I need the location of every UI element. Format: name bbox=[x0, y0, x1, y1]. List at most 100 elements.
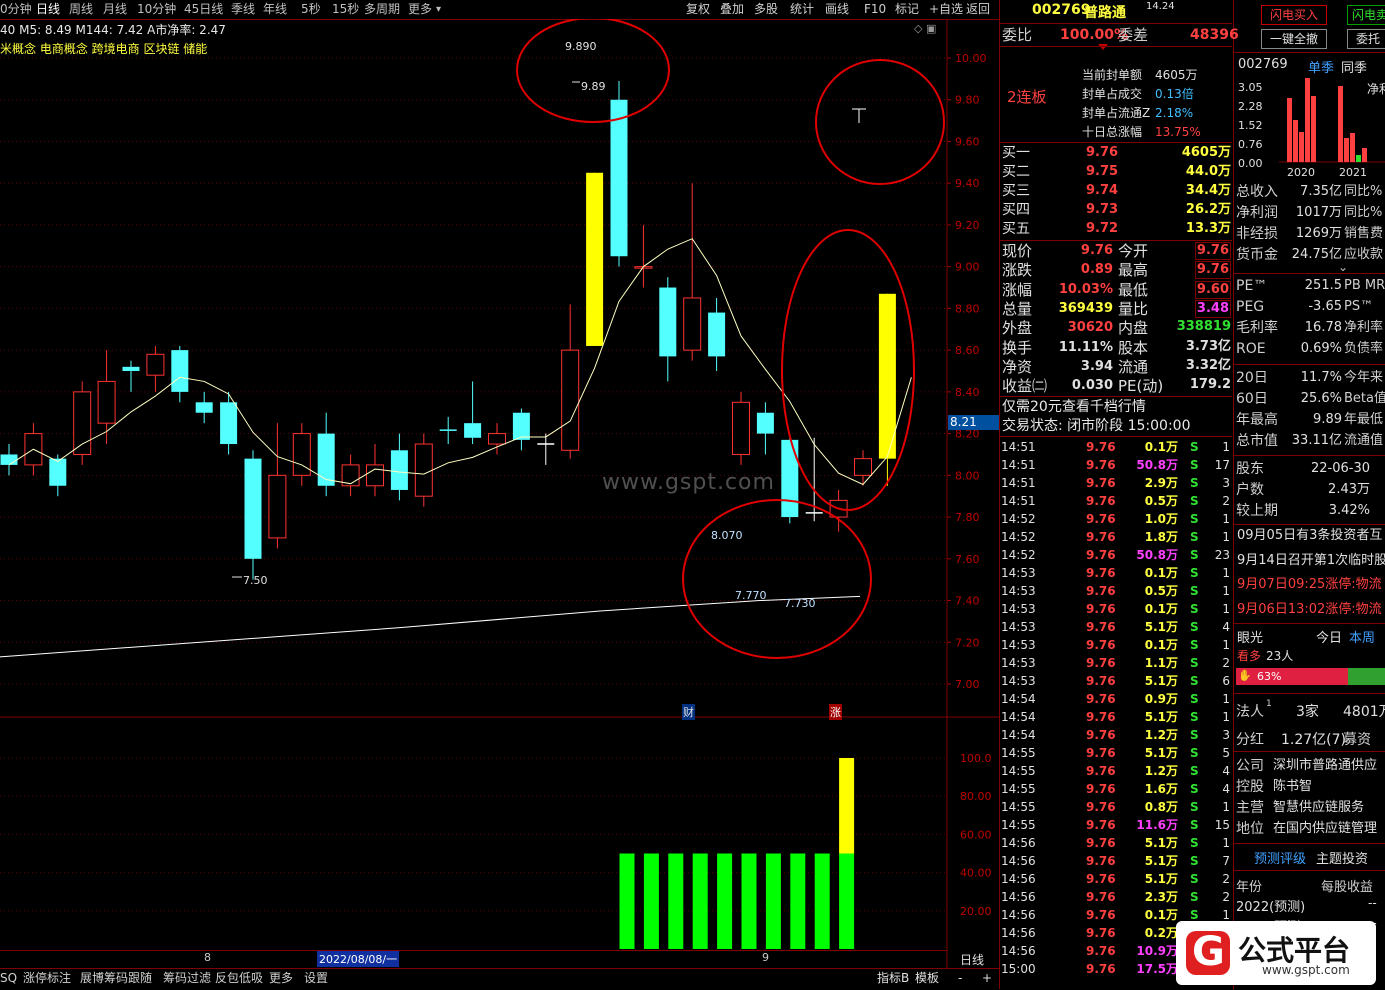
tick-volume: 0.8万 bbox=[1144, 800, 1178, 814]
candle-body bbox=[171, 350, 189, 392]
bottom-tab-2[interactable]: 展博筹码跟随 bbox=[80, 969, 152, 988]
period-tab-2[interactable]: 周线 bbox=[69, 0, 93, 19]
price-axis-label: 9.80 bbox=[955, 94, 980, 107]
tick-volume: 11.6万 bbox=[1136, 818, 1178, 832]
perf-row-right: Beta值 bbox=[1344, 391, 1385, 406]
forecast-tab[interactable]: 预测评级 bbox=[1254, 848, 1306, 867]
tick-side: S bbox=[1190, 674, 1199, 688]
bid-vol-2[interactable]: 34.4万 bbox=[1186, 182, 1231, 200]
profit-bar bbox=[1350, 133, 1355, 162]
news-item[interactable]: 09月05日有3条投资者互 bbox=[1237, 527, 1382, 545]
expand-chevron-icon[interactable]: ⌄ bbox=[1338, 260, 1348, 274]
period-tab-4[interactable]: 10分钟 bbox=[137, 0, 176, 19]
tick-side: S bbox=[1190, 638, 1199, 652]
candle-body bbox=[878, 293, 896, 459]
bottom-tool-1[interactable]: 模板 bbox=[915, 969, 939, 988]
period-tab-9[interactable]: 15秒 bbox=[332, 0, 359, 19]
toolbar-action-7[interactable]: +自选 bbox=[929, 0, 963, 19]
stat-left-val-3: 369439 bbox=[1058, 300, 1113, 316]
stat-right-val-7: 179.2 bbox=[1189, 377, 1231, 393]
theme-tab[interactable]: 主题投资 bbox=[1316, 848, 1368, 867]
profit-bar bbox=[1338, 86, 1343, 162]
news-item[interactable]: 9月07日09:25涨停:物流 bbox=[1237, 576, 1382, 594]
cancel-all-button[interactable]: 一键全撤 bbox=[1261, 29, 1327, 49]
tick-price: 9.76 bbox=[1086, 530, 1116, 544]
bottom-tool-3[interactable]: + bbox=[982, 969, 992, 988]
bid-vol-4[interactable]: 13.3万 bbox=[1186, 220, 1231, 238]
tab-net-profit[interactable]: 净利 bbox=[1367, 80, 1385, 97]
bid-vol-3[interactable]: 26.2万 bbox=[1186, 201, 1231, 219]
news-item[interactable]: 9月06日13:02涨停:物流 bbox=[1237, 601, 1382, 619]
bottom-tab-1[interactable]: 涨停标注 bbox=[23, 969, 71, 988]
bid-vol-1[interactable]: 44.0万 bbox=[1186, 163, 1231, 181]
tab-single-quarter[interactable]: 单季 bbox=[1308, 57, 1334, 76]
toolbar-action-4[interactable]: 画线 bbox=[825, 0, 849, 19]
flash-sell-button[interactable]: 闪电卖 bbox=[1347, 5, 1385, 25]
org-key: 法人 bbox=[1236, 704, 1264, 720]
period-tab-7[interactable]: 年线 bbox=[263, 0, 287, 19]
tick-side: S bbox=[1190, 602, 1199, 616]
toolbar-action-5[interactable]: F10 bbox=[864, 0, 886, 19]
price-axis-label: 8.40 bbox=[955, 386, 980, 399]
toolbar-action-3[interactable]: 统计 bbox=[790, 0, 814, 19]
toolbar-action-6[interactable]: 标记 bbox=[895, 0, 919, 19]
bottom-tool-0[interactable]: 指标B bbox=[877, 969, 909, 988]
perf-row-right: 流通值 bbox=[1344, 433, 1384, 448]
bid-price-0: 9.76 bbox=[1086, 145, 1119, 160]
bid-vol-0[interactable]: 4605万 bbox=[1182, 144, 1231, 162]
tick-time: 14:53 bbox=[1001, 584, 1036, 598]
wei-divider bbox=[1000, 46, 1232, 47]
tick-time: 14:52 bbox=[1001, 530, 1036, 544]
toolbar-action-1[interactable]: 叠加 bbox=[720, 0, 744, 19]
fin-row-key: 净利润 bbox=[1236, 205, 1278, 221]
toolbar-action-8[interactable]: 返回 bbox=[966, 0, 990, 19]
tick-count: 17 bbox=[1214, 458, 1230, 472]
val-row-right: PS™ bbox=[1344, 299, 1374, 314]
tick-side: S bbox=[1190, 818, 1199, 832]
tick-volume: 1.8万 bbox=[1144, 530, 1178, 544]
bottom-tab-4[interactable]: 反包低吸 bbox=[215, 969, 263, 988]
toolbar-action-2[interactable]: 多股 bbox=[754, 0, 778, 19]
period-tab-0[interactable]: 0分钟 bbox=[0, 0, 32, 19]
candle-body bbox=[488, 433, 506, 445]
sentiment-bar-rest bbox=[1348, 668, 1385, 685]
news-item[interactable]: 9月14日召开第1次临时股 bbox=[1237, 552, 1385, 570]
tab-same-quarter[interactable]: 同季 bbox=[1341, 57, 1367, 76]
bottom-tab-6[interactable]: 设置 bbox=[304, 969, 328, 988]
period-tab-1[interactable]: 日线 bbox=[36, 0, 60, 19]
perf-row-key: 总市值 bbox=[1236, 433, 1278, 449]
period-tab-3[interactable]: 月线 bbox=[103, 0, 127, 19]
candlestick-chart[interactable]: 10.00 9.80 9.60 9.40 9.20 9.00 8.80 8.60 8.40 8.2… bbox=[0, 19, 1000, 969]
price-axis-label: 7.20 bbox=[955, 636, 980, 649]
stat-left-key-0: 现价 bbox=[1002, 242, 1033, 260]
flash-buy-button[interactable]: 闪电买入 bbox=[1261, 5, 1327, 25]
tick-volume: 5.1万 bbox=[1144, 872, 1178, 886]
period-tab-5[interactable]: 45日线 bbox=[184, 0, 223, 19]
period-tab-10[interactable]: 多周期 bbox=[364, 0, 400, 19]
period-tab-6[interactable]: 季线 bbox=[231, 0, 255, 19]
fin-divider bbox=[1233, 273, 1385, 274]
tick-time: 14:53 bbox=[1001, 638, 1036, 652]
bottom-tab-0[interactable]: SQ bbox=[0, 969, 17, 988]
tick-count: 23 bbox=[1214, 548, 1230, 562]
finance-marker[interactable]: 财 bbox=[682, 704, 695, 720]
tick-volume: 0.5万 bbox=[1144, 494, 1178, 508]
limit-up-marker[interactable]: 涨 bbox=[829, 704, 842, 720]
eye-week-tab[interactable]: 本周 bbox=[1349, 627, 1375, 646]
bottom-tab-3[interactable]: 筹码过滤 bbox=[163, 969, 211, 988]
period-tab-11[interactable]: 更多 bbox=[408, 0, 432, 19]
tick-side: S bbox=[1190, 584, 1199, 598]
period-tab-8[interactable]: 5秒 bbox=[301, 0, 321, 19]
perf-row-key: 20日 bbox=[1236, 370, 1268, 386]
more-dropdown-icon[interactable]: ▾ bbox=[436, 0, 441, 19]
toolbar-action-0[interactable]: 复权 bbox=[686, 0, 710, 19]
order-button[interactable]: 委托 bbox=[1347, 29, 1385, 49]
bottom-tab-5[interactable]: 更多 bbox=[269, 969, 293, 988]
eye-today-tab[interactable]: 今日 bbox=[1316, 627, 1342, 646]
tick-time: 15:00 bbox=[1001, 962, 1036, 976]
promo-link[interactable]: 仅需20元查看千档行情 bbox=[1002, 398, 1146, 416]
tick-volume: 0.5万 bbox=[1144, 584, 1178, 598]
tick-price: 9.76 bbox=[1086, 890, 1116, 904]
bottom-tool-2[interactable]: - bbox=[958, 969, 962, 988]
candle-body bbox=[268, 474, 287, 539]
